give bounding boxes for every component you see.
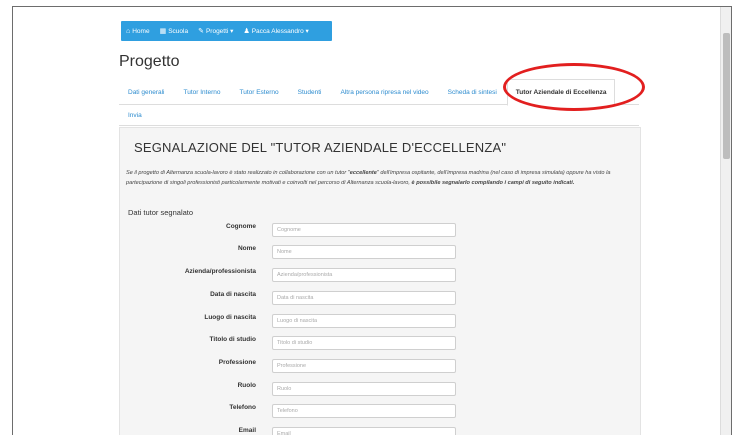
telefono-label: Telefono bbox=[229, 404, 256, 411]
form-row-cognome: Cognome bbox=[120, 220, 640, 240]
email-label: Email bbox=[238, 427, 256, 434]
professione-input[interactable] bbox=[272, 359, 456, 373]
nav-progetti-label: Progetti ▾ bbox=[205, 28, 234, 35]
tab-tutor-esterno[interactable]: Tutor Esterno bbox=[230, 79, 287, 104]
highlight-oval bbox=[503, 63, 645, 111]
nav-user[interactable]: ♟ Pacca Alessandro ▾ bbox=[238, 21, 313, 41]
nav-home-label: Home bbox=[132, 27, 150, 35]
nav-user-label: Pacca Alessandro ▾ bbox=[251, 28, 309, 35]
intro-bold1: eccellente bbox=[349, 170, 377, 176]
building-icon: ▦ bbox=[159, 28, 167, 35]
vertical-scrollbar[interactable] bbox=[720, 7, 731, 435]
scrollbar-thumb[interactable] bbox=[723, 33, 730, 159]
luogo-nascita-label: Luogo di nascita bbox=[204, 314, 256, 321]
azienda-input[interactable] bbox=[272, 268, 456, 282]
luogo-nascita-input[interactable] bbox=[272, 314, 456, 328]
titolo-studio-input[interactable] bbox=[272, 336, 456, 350]
data-nascita-input[interactable] bbox=[272, 291, 456, 305]
section-title: Dati tutor segnalato bbox=[128, 208, 194, 217]
form-panel: SEGNALAZIONE DEL "TUTOR AZIENDALE D'ECCE… bbox=[119, 127, 641, 435]
ruolo-label: Ruolo bbox=[237, 382, 256, 389]
professione-label: Professione bbox=[218, 359, 256, 366]
form-row-professione: Professione bbox=[120, 356, 640, 376]
intro-part1: Se il progetto di Alternanza scuola-lavo… bbox=[126, 170, 350, 176]
ruolo-input[interactable] bbox=[272, 382, 456, 396]
form-row-azienda: Azienda/professionista bbox=[120, 265, 640, 285]
tab-invia[interactable]: Invia bbox=[119, 111, 151, 119]
tab-altra-persona[interactable]: Altra persona ripresa nel video bbox=[331, 79, 437, 104]
form-row-luogo-nascita: Luogo di nascita bbox=[120, 311, 640, 331]
nome-input[interactable] bbox=[272, 245, 456, 259]
form-row-telefono: Telefono bbox=[120, 401, 640, 421]
intro-bold2: è possibile segnalarlo compilando i camp… bbox=[411, 180, 575, 187]
home-icon: ⌂ bbox=[126, 27, 131, 35]
titolo-studio-label: Titolo di studio bbox=[209, 336, 256, 343]
nome-label: Nome bbox=[237, 245, 256, 252]
form-row-email: Email bbox=[120, 424, 640, 435]
cognome-label: Cognome bbox=[226, 223, 256, 230]
tab-studenti[interactable]: Studenti bbox=[289, 79, 331, 104]
browser-viewport: ⌂ Home ▦ Scuola ✎ Progetti ▾ ♟ Pacca Ale… bbox=[12, 6, 732, 435]
panel-heading: SEGNALAZIONE DEL "TUTOR AZIENDALE D'ECCE… bbox=[134, 140, 507, 155]
tab-scheda-sintesi[interactable]: Scheda di sintesi bbox=[439, 79, 506, 104]
nav-scuola[interactable]: ▦ Scuola bbox=[155, 21, 194, 41]
nav-scuola-label: Scuola bbox=[168, 27, 189, 35]
telefono-input[interactable] bbox=[272, 404, 456, 418]
nav-progetti[interactable]: ✎ Progetti ▾ bbox=[193, 21, 238, 41]
cognome-input[interactable] bbox=[272, 223, 456, 237]
intro-text: Se il progetto di Alternanza scuola-lavo… bbox=[126, 168, 638, 188]
page-title: Progetto bbox=[119, 53, 180, 70]
nav-home[interactable]: ⌂ Home bbox=[121, 21, 155, 41]
wrench-icon: ✎ bbox=[198, 28, 204, 35]
form-row-nome: Nome bbox=[120, 242, 640, 262]
form-row-ruolo: Ruolo bbox=[120, 379, 640, 399]
tab-tutor-interno[interactable]: Tutor Interno bbox=[175, 79, 230, 104]
azienda-label: Azienda/professionista bbox=[184, 268, 256, 275]
form-row-data-nascita: Data di nascita bbox=[120, 288, 640, 308]
data-nascita-label: Data di nascita bbox=[210, 291, 256, 298]
top-navbar: ⌂ Home ▦ Scuola ✎ Progetti ▾ ♟ Pacca Ale… bbox=[121, 21, 332, 41]
tab-dati-generali[interactable]: Dati generali bbox=[119, 79, 174, 104]
user-icon: ♟ bbox=[243, 28, 250, 35]
form-row-titolo-studio: Titolo di studio bbox=[120, 333, 640, 353]
